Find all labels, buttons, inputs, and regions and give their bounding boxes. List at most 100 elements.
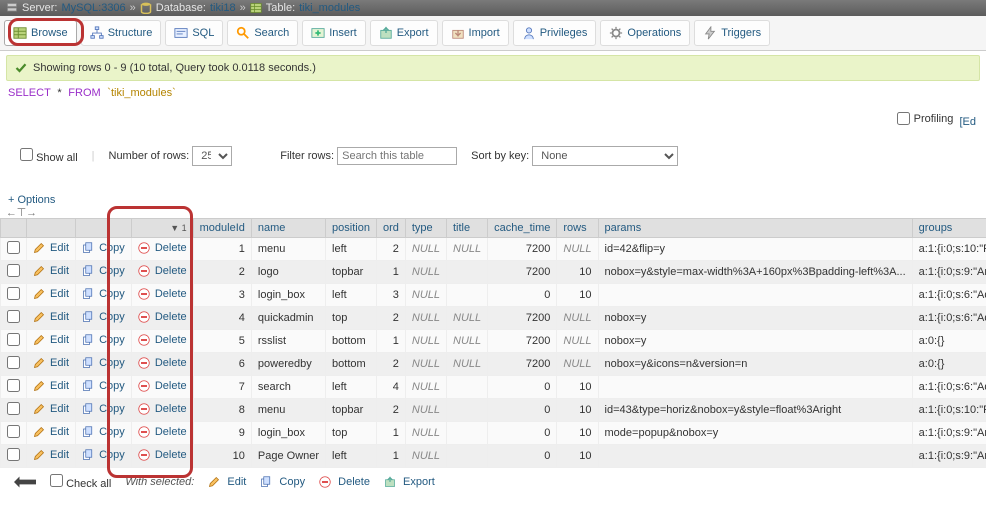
check-all-checkbox[interactable] bbox=[50, 474, 63, 487]
with-selected-label: With selected: bbox=[125, 476, 194, 488]
bulk-copy[interactable]: Copy bbox=[260, 476, 305, 488]
row-checkbox[interactable] bbox=[7, 310, 20, 323]
col-moduleId[interactable]: moduleId bbox=[193, 219, 251, 238]
row-checkbox[interactable] bbox=[7, 425, 20, 438]
cell-groups: a:1:{i:0;s:6:"Admins";} bbox=[912, 284, 986, 307]
cell-type: NULL bbox=[405, 399, 446, 422]
cell-position: top bbox=[326, 422, 377, 445]
col-type[interactable]: type bbox=[405, 219, 446, 238]
cell-params: mode=popup&nobox=y bbox=[598, 422, 912, 445]
col-groups[interactable]: groups bbox=[912, 219, 986, 238]
row-delete[interactable]: Delete bbox=[138, 334, 187, 346]
cell-name: menu bbox=[251, 238, 325, 261]
row-delete[interactable]: Delete bbox=[138, 288, 187, 300]
row-edit[interactable]: Edit bbox=[33, 449, 69, 461]
db-link[interactable]: tiki18 bbox=[210, 2, 236, 14]
row-copy[interactable]: Copy bbox=[82, 403, 125, 415]
tab-triggers[interactable]: Triggers bbox=[694, 20, 770, 46]
tab-structure[interactable]: Structure bbox=[81, 20, 162, 46]
row-delete[interactable]: Delete bbox=[138, 426, 187, 438]
cell-ord: 1 bbox=[376, 261, 405, 284]
row-copy[interactable]: Copy bbox=[82, 380, 125, 392]
cell-cache_time: 7200 bbox=[488, 238, 557, 261]
server-link[interactable]: MySQL:3306 bbox=[61, 2, 125, 14]
bulk-actions: Check all With selected: Edit Copy Delet… bbox=[0, 468, 986, 496]
row-edit[interactable]: Edit bbox=[33, 288, 69, 300]
row-checkbox[interactable] bbox=[7, 379, 20, 392]
row-checkbox[interactable] bbox=[7, 333, 20, 346]
row-copy[interactable]: Copy bbox=[82, 426, 125, 438]
tab-browse[interactable]: Browse bbox=[4, 20, 77, 46]
cell-groups: a:1:{i:0;s:6:"Admins";} bbox=[912, 376, 986, 399]
show-all-checkbox[interactable] bbox=[20, 148, 33, 161]
tab-insert[interactable]: Insert bbox=[302, 20, 366, 46]
num-rows-select[interactable]: 25 bbox=[192, 146, 232, 166]
row-checkbox[interactable] bbox=[7, 448, 20, 461]
tab-export[interactable]: Export bbox=[370, 20, 438, 46]
row-delete[interactable]: Delete bbox=[138, 311, 187, 323]
row-checkbox[interactable] bbox=[7, 287, 20, 300]
profiling-toggle[interactable]: Profiling bbox=[897, 112, 954, 125]
tab-operations[interactable]: Operations bbox=[600, 20, 690, 46]
col-position[interactable]: position bbox=[326, 219, 377, 238]
bulk-delete[interactable]: Delete bbox=[319, 476, 370, 488]
table-link[interactable]: tiki_modules bbox=[299, 2, 360, 14]
check-all-toggle[interactable]: Check all bbox=[50, 474, 111, 490]
col-ord[interactable]: ord bbox=[376, 219, 405, 238]
tab-sql[interactable]: SQL bbox=[165, 20, 223, 46]
bulk-edit[interactable]: Edit bbox=[208, 476, 246, 488]
row-edit[interactable]: Edit bbox=[33, 380, 69, 392]
col-rows[interactable]: rows bbox=[557, 219, 598, 238]
tab-import[interactable]: Import bbox=[442, 20, 509, 46]
col-params[interactable]: params bbox=[598, 219, 912, 238]
row-edit[interactable]: Edit bbox=[33, 265, 69, 277]
edit-inline-link[interactable]: [Ed bbox=[959, 116, 976, 128]
cell-params: nobox=y bbox=[598, 307, 912, 330]
row-delete[interactable]: Delete bbox=[138, 265, 187, 277]
row-copy[interactable]: Copy bbox=[82, 357, 125, 369]
cell-params bbox=[598, 284, 912, 307]
col-name[interactable]: name bbox=[251, 219, 325, 238]
column-sort-controls[interactable]: ←⊤→ bbox=[0, 206, 986, 218]
profiling-checkbox[interactable] bbox=[897, 112, 910, 125]
tab-privileges[interactable]: Privileges bbox=[513, 20, 597, 46]
row-edit[interactable]: Edit bbox=[33, 403, 69, 415]
col-title[interactable]: title bbox=[447, 219, 488, 238]
row-copy[interactable]: Copy bbox=[82, 265, 125, 277]
cell-position: topbar bbox=[326, 261, 377, 284]
row-copy[interactable]: Copy bbox=[82, 288, 125, 300]
row-edit[interactable]: Edit bbox=[33, 357, 69, 369]
row-edit[interactable]: Edit bbox=[33, 242, 69, 254]
row-checkbox[interactable] bbox=[7, 264, 20, 277]
row-edit[interactable]: Edit bbox=[33, 311, 69, 323]
show-all-toggle[interactable]: Show all bbox=[20, 148, 78, 164]
filter-rows-input[interactable] bbox=[337, 147, 457, 165]
cell-params: nobox=y&style=max-width%3A+160px%3Bpaddi… bbox=[598, 261, 912, 284]
cell-moduleId: 5 bbox=[193, 330, 251, 353]
server-icon bbox=[6, 2, 18, 14]
col-cache_time[interactable]: cache_time bbox=[488, 219, 557, 238]
row-delete[interactable]: Delete bbox=[138, 242, 187, 254]
row-copy[interactable]: Copy bbox=[82, 311, 125, 323]
col-checkbox bbox=[1, 219, 27, 238]
row-delete[interactable]: Delete bbox=[138, 357, 187, 369]
row-copy[interactable]: Copy bbox=[82, 449, 125, 461]
row-delete[interactable]: Delete bbox=[138, 403, 187, 415]
row-checkbox[interactable] bbox=[7, 241, 20, 254]
sql-query: SELECT * FROM `tiki_modules` bbox=[8, 87, 978, 100]
row-copy[interactable]: Copy bbox=[82, 242, 125, 254]
tab-search[interactable]: Search bbox=[227, 20, 298, 46]
row-edit[interactable]: Edit bbox=[33, 426, 69, 438]
table-label: Table: bbox=[266, 2, 295, 14]
row-edit[interactable]: Edit bbox=[33, 334, 69, 346]
sort-key-select[interactable]: None bbox=[532, 146, 678, 166]
options-toggle[interactable]: + Options bbox=[8, 194, 55, 206]
row-checkbox[interactable] bbox=[7, 402, 20, 415]
row-delete[interactable]: Delete bbox=[138, 449, 187, 461]
copy-icon bbox=[82, 334, 94, 346]
bulk-export[interactable]: Export bbox=[384, 476, 435, 488]
edit-icon bbox=[33, 265, 45, 277]
row-delete[interactable]: Delete bbox=[138, 380, 187, 392]
row-checkbox[interactable] bbox=[7, 356, 20, 369]
row-copy[interactable]: Copy bbox=[82, 334, 125, 346]
